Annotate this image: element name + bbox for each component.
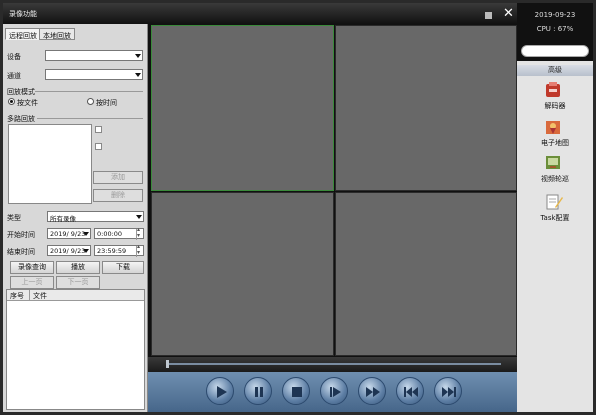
mode-by-time-label: 按时间 [96,99,117,107]
download-button[interactable]: 下载 [102,261,144,274]
fast-forward-control-button[interactable] [358,377,386,405]
video-cell-2[interactable] [335,25,517,191]
tool-task-config[interactable]: Task配置 [517,193,593,225]
multi-checkbox-2[interactable] [95,143,102,150]
video-cell-1[interactable] [151,25,334,191]
stepper-icon[interactable] [136,226,143,240]
chevron-down-icon [135,54,141,58]
delete-button[interactable]: 删除 [93,189,143,202]
window-title: 录像功能 [9,10,37,18]
emap-icon [546,121,560,134]
step-frame-icon [330,387,341,397]
stepper-icon[interactable] [136,243,143,257]
skip-back-control-button[interactable] [396,377,424,405]
playback-panel: 远程回放 本地回放 设备 通道 回放模式 按文件 按时间 多路回放 添加 删除 … [3,24,148,412]
mode-by-time-radio[interactable] [87,98,94,105]
chevron-down-icon [136,215,142,219]
task-config-icon [546,194,563,210]
device-label: 设备 [7,53,21,61]
divider [35,91,143,92]
right-sidebar: 2019-09-23 CPU : 67% 高级 解码器 电子地图 视频轮巡 Ta… [517,3,593,412]
play-control-button[interactable] [206,377,234,405]
playback-progress [148,357,517,372]
mode-by-file-label: 按文件 [17,99,38,107]
status-bar-pill [521,45,589,57]
multi-playback-list[interactable] [8,124,92,204]
skip-forward-icon [442,387,456,397]
playback-controls [148,372,517,412]
pause-control-button[interactable] [244,377,272,405]
decoder-icon [546,82,560,97]
title-bar: 录像功能 ✕ [3,3,517,24]
video-patrol-icon [546,156,560,169]
play-icon [217,386,227,398]
mode-by-file-radio[interactable] [8,98,15,105]
prev-page-button[interactable]: 上一页 [10,276,54,289]
channel-label: 通道 [7,72,21,80]
end-time-label: 结束时间 [7,248,35,256]
add-button[interactable]: 添加 [93,171,143,184]
skip-forward-control-button[interactable] [434,377,462,405]
multi-playback-label: 多路回放 [7,115,35,123]
status-area: 2019-09-23 CPU : 67% [517,3,593,61]
progress-track[interactable] [166,363,501,365]
divider [29,290,30,301]
video-cell-3[interactable] [151,192,334,356]
cpu-usage: CPU : 67% [536,25,574,33]
column-header-file[interactable]: 文件 [33,291,47,301]
device-select[interactable] [45,50,143,61]
column-header-index[interactable]: 序号 [10,291,24,301]
record-query-button[interactable]: 录像查询 [10,261,54,274]
chevron-down-icon [83,249,89,253]
maximize-icon[interactable] [485,12,492,19]
start-time-input[interactable]: 0:00:00 [94,226,144,240]
progress-handle[interactable] [166,360,169,368]
step-frame-control-button[interactable] [320,377,348,405]
current-date: 2019-09-23 [534,11,576,19]
pause-icon [255,387,263,397]
record-type-select[interactable]: 所有录像 [47,211,144,223]
next-page-button[interactable]: 下一页 [56,276,100,289]
stop-icon [292,387,302,397]
skip-back-icon [404,387,418,397]
video-grid [148,24,517,357]
tab-local-playback[interactable]: 本地回放 [39,28,75,40]
channel-select[interactable] [45,69,143,80]
close-icon[interactable]: ✕ [503,6,514,21]
play-button[interactable]: 播放 [56,261,100,274]
chevron-down-icon [83,232,89,236]
start-date-picker[interactable]: 2019/ 9/23 [47,228,91,239]
tool-emap[interactable]: 电子地图 [517,118,593,150]
divider [37,118,143,119]
record-file-list[interactable]: 序号 文件 [6,289,145,410]
end-time-input[interactable]: 23:59:59 [94,243,144,257]
tool-video-patrol[interactable]: 视频轮巡 [517,154,593,186]
list-header: 序号 文件 [7,290,144,301]
type-label: 类型 [7,214,21,222]
video-cell-4[interactable] [335,192,517,356]
start-time-label: 开始时间 [7,231,35,239]
stop-control-button[interactable] [282,377,310,405]
multi-checkbox-1[interactable] [95,126,102,133]
playback-mode-label: 回放模式 [7,88,35,96]
chevron-down-icon [135,73,141,77]
advanced-header: 高级 [517,65,593,76]
tool-decoder[interactable]: 解码器 [517,81,593,113]
end-date-picker[interactable]: 2019/ 9/23 [47,245,91,256]
tab-remote-playback[interactable]: 远程回放 [5,28,41,40]
fast-forward-icon [366,387,380,397]
